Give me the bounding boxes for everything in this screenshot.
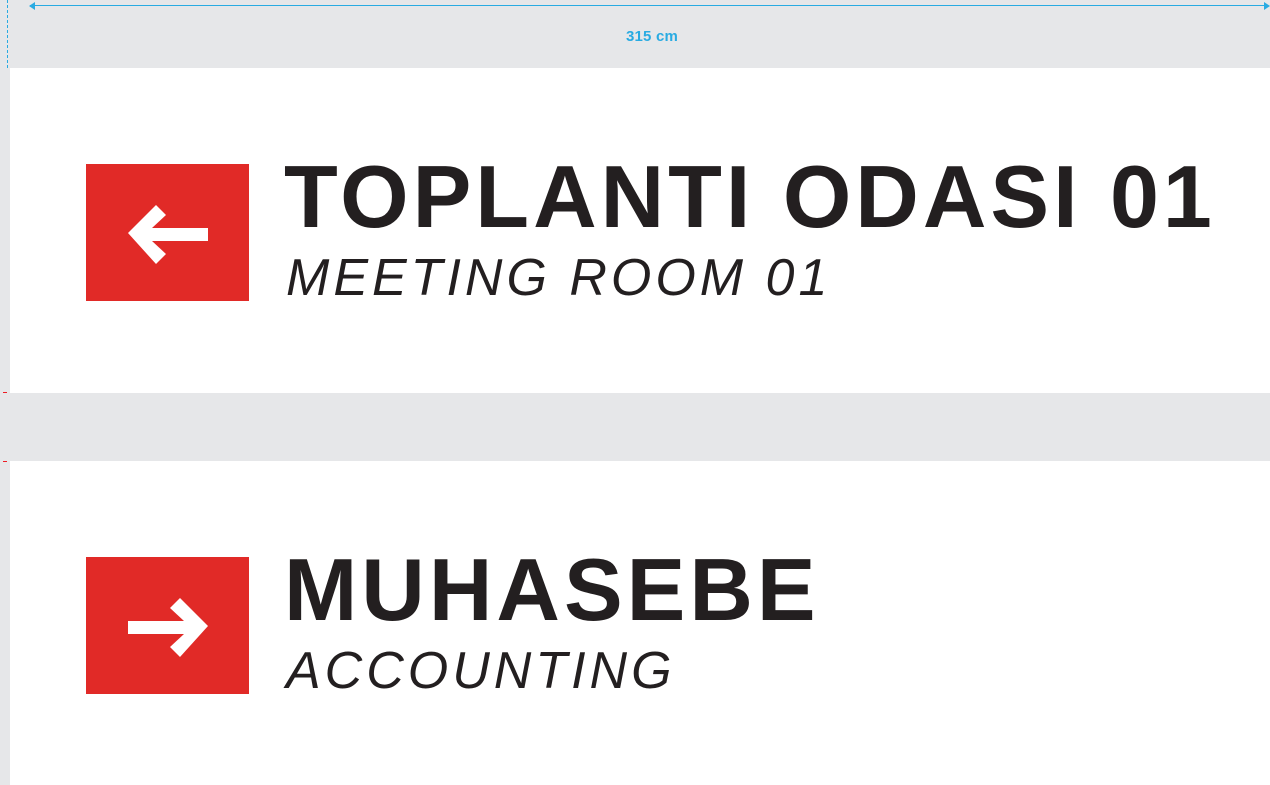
- left-arrow-icon: [127, 204, 208, 264]
- right-arrow-icon: [127, 597, 208, 657]
- dimension-band: 315 cm: [0, 0, 1270, 68]
- sign-panel-accounting: MUHASEBE ACCOUNTING: [10, 461, 1270, 785]
- sign-title: MUHASEBE: [284, 540, 820, 639]
- dimension-line: [30, 5, 1268, 6]
- sign-subtitle: ACCOUNTING: [286, 642, 676, 700]
- direction-box: [86, 164, 249, 301]
- sign-subtitle: MEETING ROOM 01: [286, 249, 832, 307]
- direction-box: [86, 557, 249, 694]
- dimension-arrow-left-icon: [29, 2, 35, 10]
- dimension-arrow-right-icon: [1264, 2, 1270, 10]
- sign-title: TOPLANTI ODASI 01: [284, 147, 1216, 246]
- sign-panel-meeting-room: TOPLANTI ODASI 01 MEETING ROOM 01: [10, 68, 1270, 393]
- crop-mark: [3, 392, 7, 393]
- crop-mark: [3, 461, 7, 462]
- dimension-label: 315 cm: [625, 28, 679, 45]
- dimension-start-tick: [7, 0, 8, 68]
